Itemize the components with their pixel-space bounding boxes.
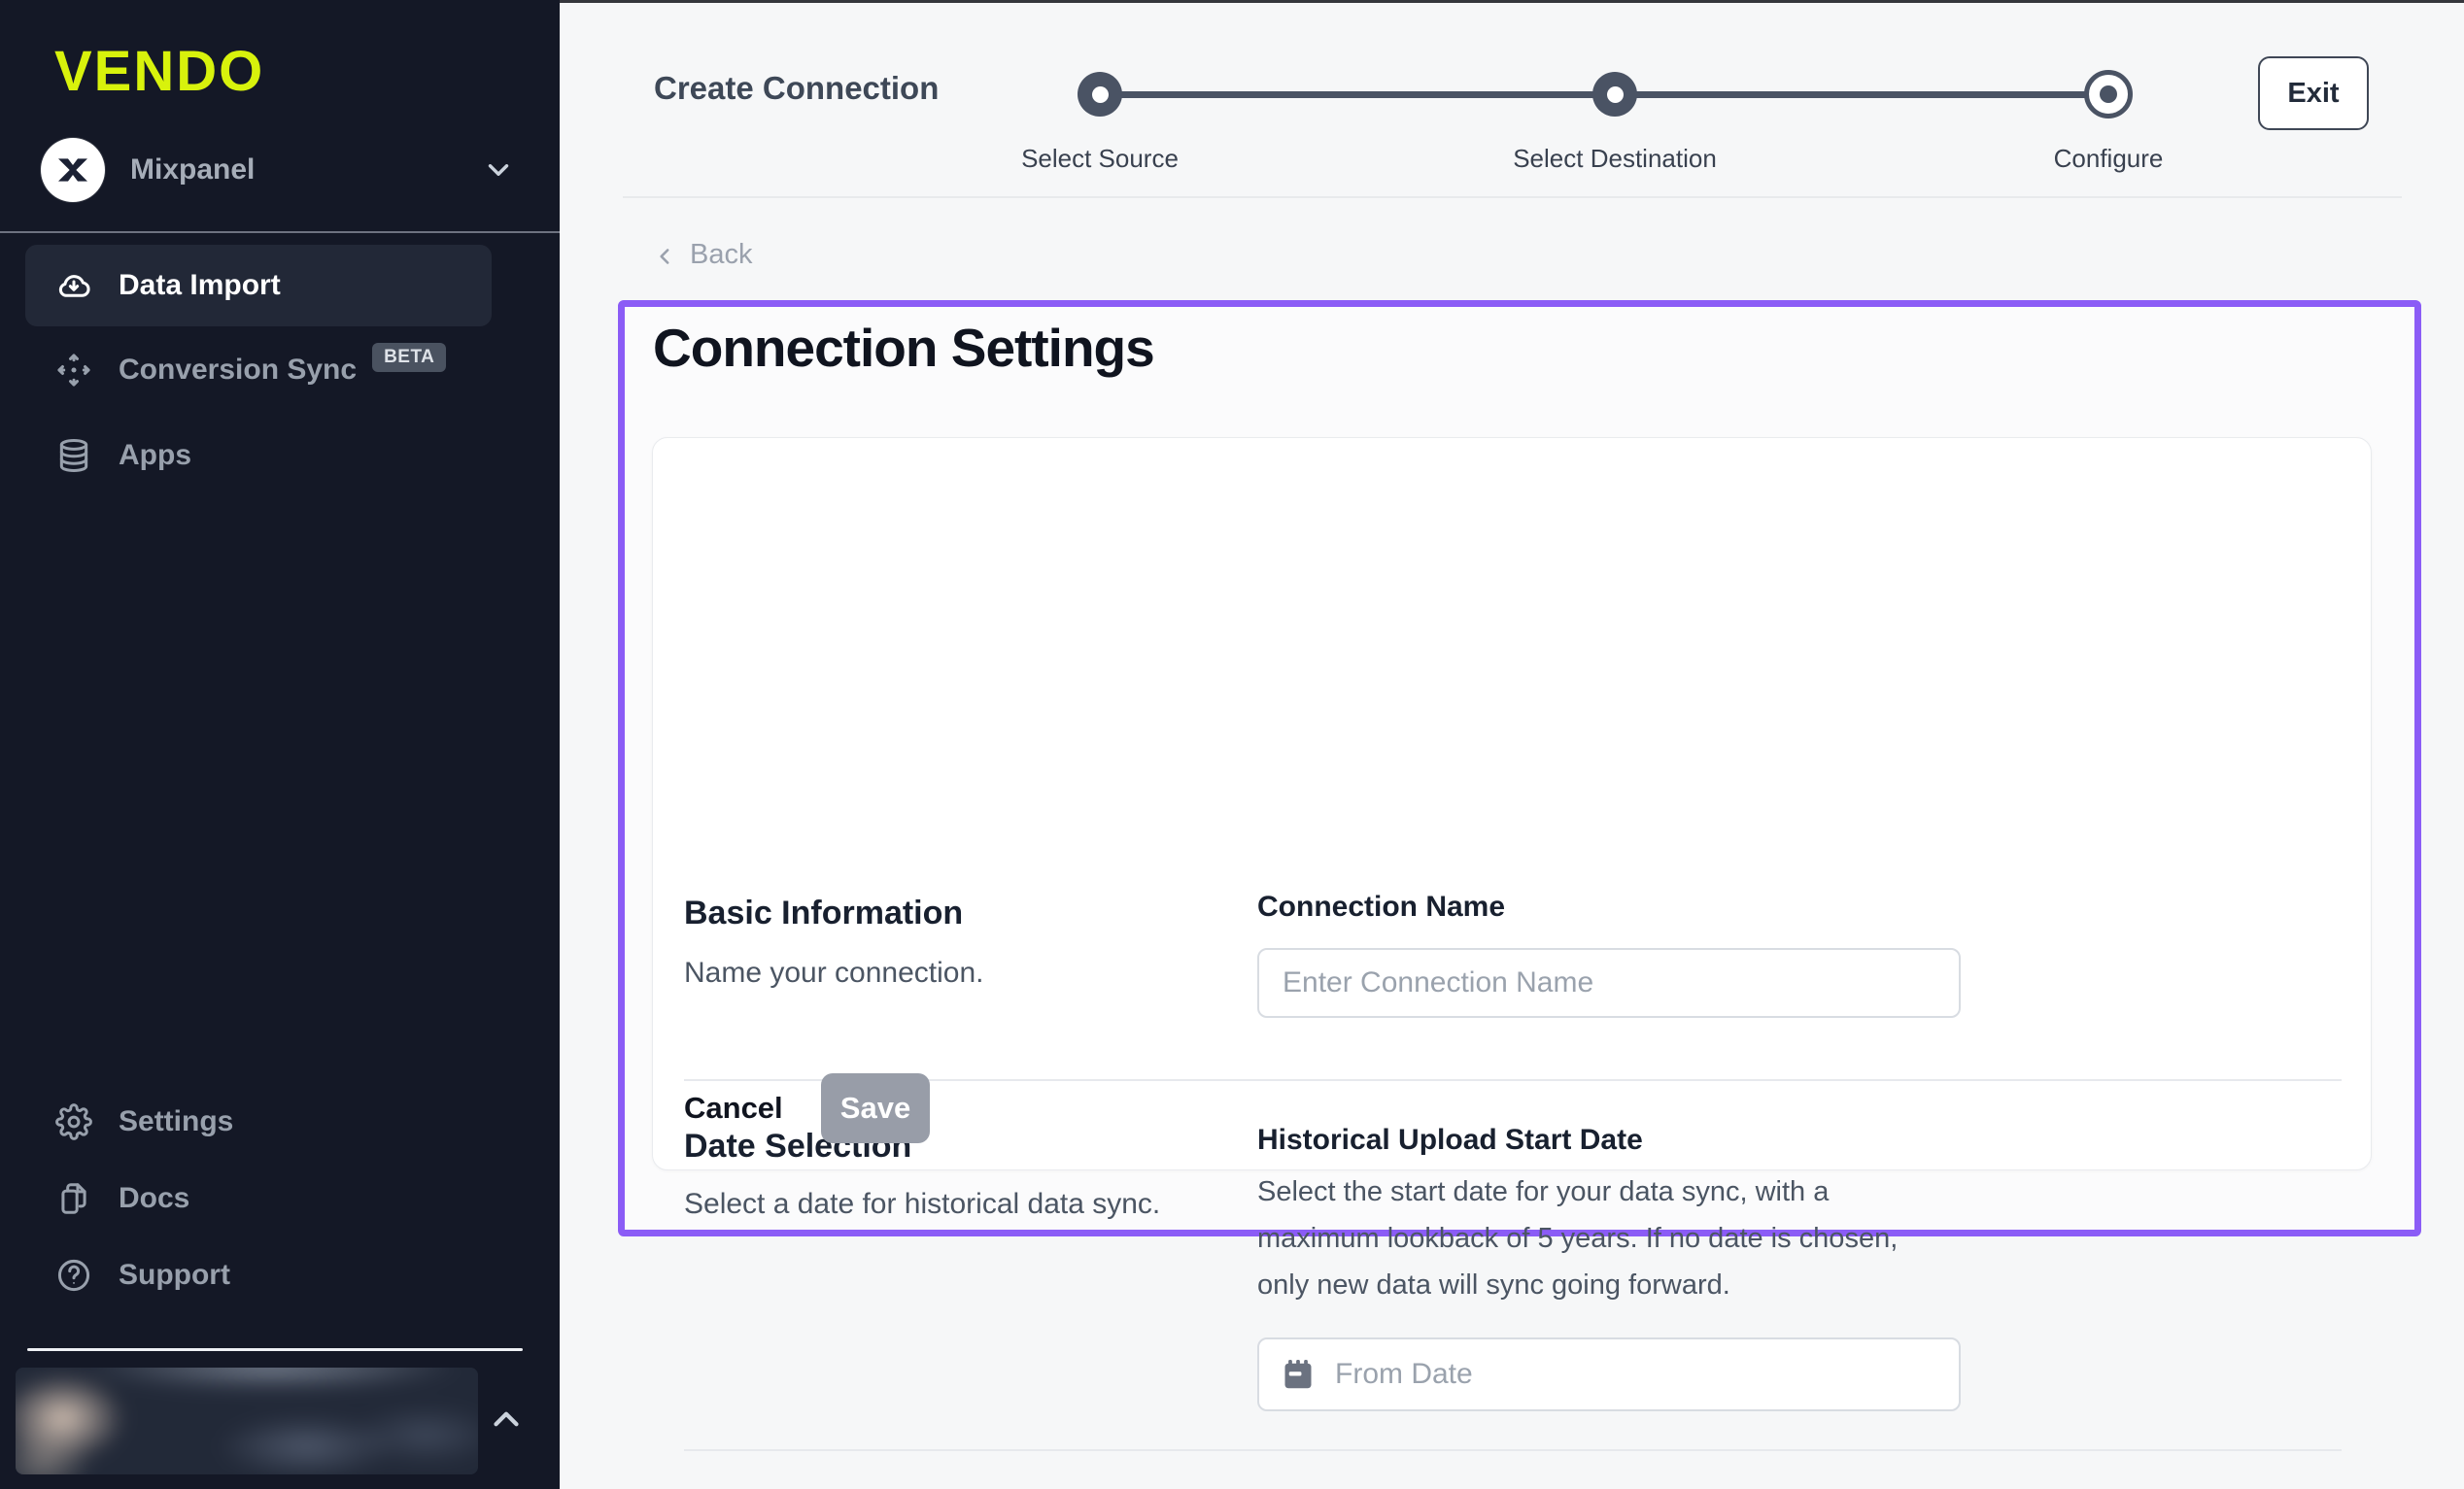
sidebar-item-conversion-sync[interactable]: Conversion Sync BETA [25, 329, 492, 411]
chevron-up-icon[interactable] [486, 1399, 527, 1444]
help-icon [54, 1256, 93, 1295]
step-label-select-source: Select Source [906, 144, 1294, 174]
sidebar-item-docs[interactable]: Docs [25, 1158, 492, 1239]
move-icon [54, 351, 93, 389]
database-icon [54, 436, 93, 475]
section-divider [684, 1079, 2342, 1081]
step-label-select-destination: Select Destination [1420, 144, 1809, 174]
chevron-down-icon [482, 153, 515, 186]
sidebar-item-label: Apps [119, 439, 191, 472]
user-avatar-blur [16, 1368, 478, 1474]
section-divider [684, 1449, 2342, 1451]
sidebar-item-label: Data Import [119, 269, 281, 302]
calendar-icon [1281, 1357, 1316, 1392]
sidebar-item-data-import[interactable]: Data Import [25, 245, 492, 326]
mixpanel-logo-icon [41, 138, 105, 202]
sidebar-item-settings[interactable]: Settings [25, 1081, 492, 1163]
sidebar-item-label: Settings [119, 1105, 233, 1138]
save-button[interactable]: Save [821, 1073, 930, 1143]
step-dot-configure [2084, 70, 2133, 118]
step-dot-select-source [1078, 72, 1122, 117]
from-date-input[interactable] [1335, 1358, 1937, 1391]
historical-upload-help-text: Select the start date for your data sync… [1257, 1168, 1937, 1308]
from-date-field[interactable] [1257, 1337, 1961, 1411]
step-label-configure: Configure [1914, 144, 2303, 174]
sidebar-item-label: Docs [119, 1182, 189, 1215]
gear-icon [54, 1102, 93, 1141]
sidebar-item-label: Conversion Sync [119, 354, 357, 387]
basic-information-title: Basic Information [684, 895, 963, 932]
page-title: Create Connection [654, 70, 939, 107]
sidebar-footer-divider [27, 1348, 523, 1351]
step-dot-select-destination [1592, 72, 1637, 117]
vendo-logo: VENDO [54, 39, 264, 104]
sidebar-item-support[interactable]: Support [25, 1235, 492, 1316]
sidebar: VENDO Mixpanel Data Import Conversion S [0, 0, 560, 1489]
historical-upload-start-date-label: Historical Upload Start Date [1257, 1124, 1643, 1157]
connection-name-input[interactable] [1257, 948, 1961, 1018]
exit-button[interactable]: Exit [2258, 56, 2369, 130]
sidebar-item-apps[interactable]: Apps [25, 415, 492, 496]
date-selection-description: Select a date for historical data sync. [684, 1188, 1160, 1221]
back-label: Back [690, 239, 752, 271]
basic-information-description: Name your connection. [684, 957, 984, 990]
connection-name-label: Connection Name [1257, 891, 1505, 924]
docs-icon [54, 1179, 93, 1218]
workspace-name: Mixpanel [130, 153, 482, 186]
cloud-download-icon [54, 266, 93, 305]
settings-card: Basic Information Name your connection. … [652, 437, 2372, 1170]
header-divider [623, 196, 2402, 198]
content-title: Connection Settings [653, 317, 1154, 379]
back-link[interactable]: Back [653, 239, 752, 271]
sidebar-item-label: Support [119, 1259, 230, 1292]
user-account-blurred[interactable] [16, 1368, 478, 1474]
chevron-left-icon [653, 244, 678, 269]
cancel-button[interactable]: Cancel [684, 1073, 783, 1143]
sidebar-divider [0, 231, 560, 233]
beta-badge: BETA [372, 343, 446, 372]
workspace-selector[interactable]: Mixpanel [41, 134, 519, 206]
